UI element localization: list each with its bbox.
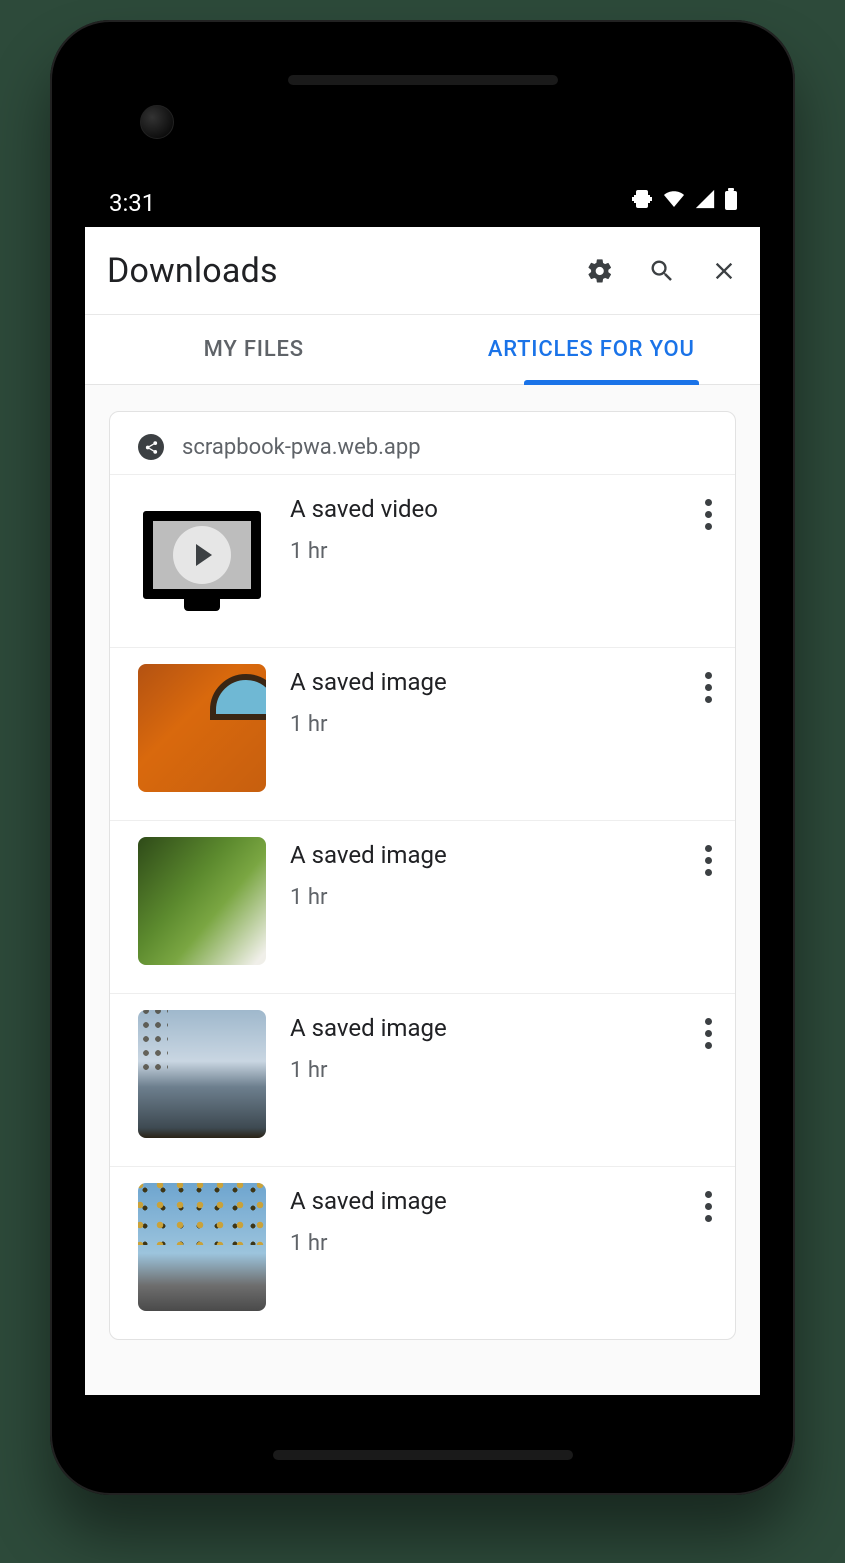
thumbnail-video-icon bbox=[138, 491, 266, 619]
phone-camera bbox=[140, 105, 174, 139]
more-vert-icon[interactable] bbox=[699, 664, 711, 703]
tab-articles-for-you[interactable]: ARTICLES FOR YOU bbox=[423, 315, 761, 384]
thumbnail-image bbox=[138, 837, 266, 965]
phone-frame: 3:31 Downloads bbox=[50, 20, 795, 1495]
thumbnail-image bbox=[138, 1183, 266, 1311]
wifi-icon bbox=[662, 187, 686, 217]
screen: 3:31 Downloads bbox=[85, 165, 760, 1395]
list-item[interactable]: A saved image 1 hr bbox=[110, 1166, 735, 1339]
item-title: A saved image bbox=[290, 1187, 675, 1215]
list-item[interactable]: A saved image 1 hr bbox=[110, 647, 735, 820]
app-header: Downloads bbox=[85, 227, 760, 315]
close-icon[interactable] bbox=[710, 257, 738, 285]
search-icon[interactable] bbox=[648, 257, 676, 285]
tab-bar: MY FILES ARTICLES FOR YOU bbox=[85, 315, 760, 385]
battery-icon bbox=[724, 188, 738, 216]
item-title: A saved video bbox=[290, 495, 675, 523]
cell-signal-icon bbox=[694, 188, 716, 216]
status-time: 3:31 bbox=[109, 189, 155, 217]
thumbnail-image bbox=[138, 664, 266, 792]
item-title: A saved image bbox=[290, 668, 675, 696]
item-time: 1 hr bbox=[290, 539, 675, 564]
tab-my-files[interactable]: MY FILES bbox=[85, 315, 423, 384]
item-time: 1 hr bbox=[290, 1058, 675, 1083]
status-icons bbox=[630, 187, 738, 217]
vibrate-icon bbox=[630, 187, 654, 217]
content-area: scrapbook-pwa.web.app A saved video 1 hr bbox=[85, 385, 760, 1395]
card-header: scrapbook-pwa.web.app bbox=[110, 412, 735, 474]
source-card: scrapbook-pwa.web.app A saved video 1 hr bbox=[109, 411, 736, 1340]
item-time: 1 hr bbox=[290, 885, 675, 910]
share-icon bbox=[138, 434, 164, 460]
list-item[interactable]: A saved image 1 hr bbox=[110, 993, 735, 1166]
list-item[interactable]: A saved video 1 hr bbox=[110, 474, 735, 647]
gear-icon[interactable] bbox=[586, 257, 614, 285]
item-title: A saved image bbox=[290, 1014, 675, 1042]
thumbnail-image bbox=[138, 1010, 266, 1138]
site-name: scrapbook-pwa.web.app bbox=[182, 435, 421, 460]
item-time: 1 hr bbox=[290, 712, 675, 737]
phone-speaker-bottom bbox=[273, 1450, 573, 1460]
more-vert-icon[interactable] bbox=[699, 491, 711, 530]
more-vert-icon[interactable] bbox=[699, 837, 711, 876]
list-item[interactable]: A saved image 1 hr bbox=[110, 820, 735, 993]
more-vert-icon[interactable] bbox=[699, 1010, 711, 1049]
item-time: 1 hr bbox=[290, 1231, 675, 1256]
phone-speaker-top bbox=[288, 75, 558, 85]
page-title: Downloads bbox=[107, 251, 586, 291]
status-bar: 3:31 bbox=[85, 165, 760, 227]
more-vert-icon[interactable] bbox=[699, 1183, 711, 1222]
item-title: A saved image bbox=[290, 841, 675, 869]
